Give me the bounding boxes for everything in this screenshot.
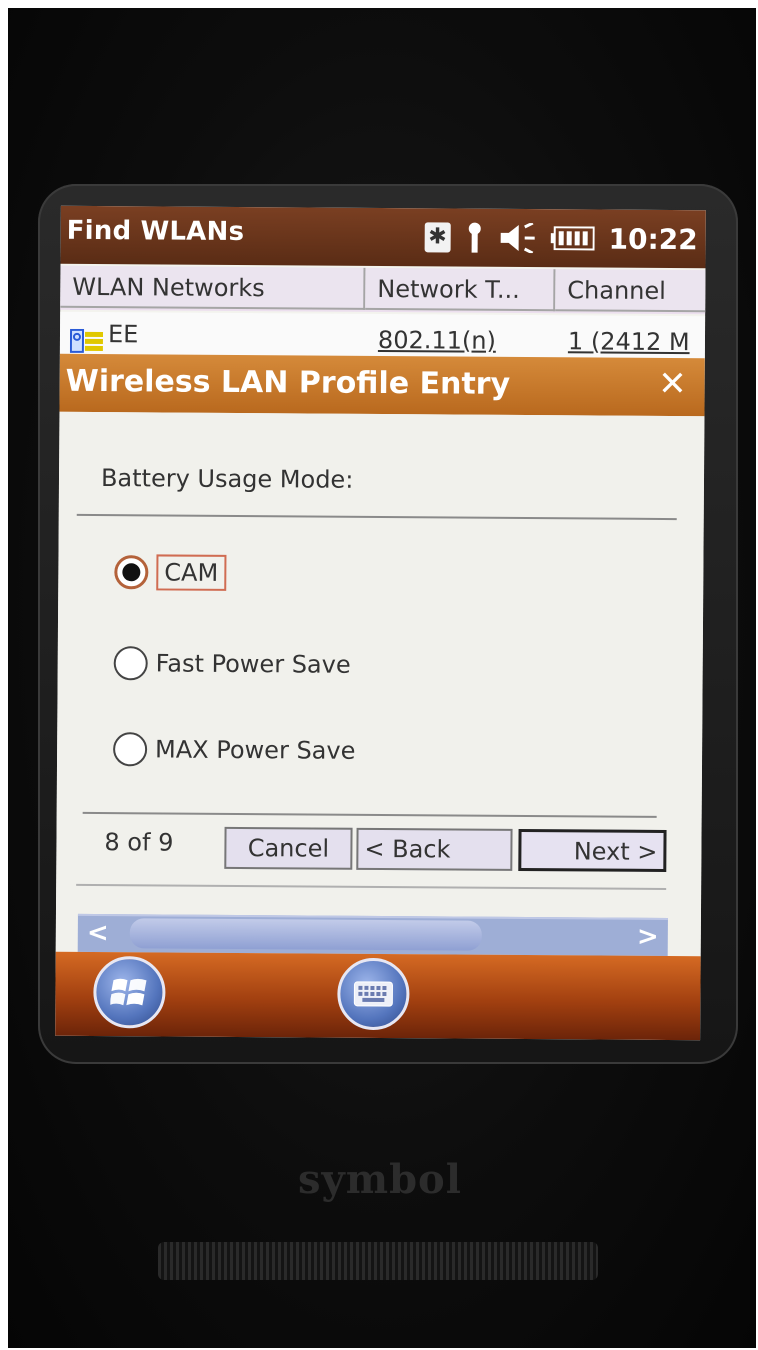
radio-option-cam[interactable]: CAM [114,554,227,591]
clock[interactable]: 10:22 [608,222,697,256]
keyboard-icon[interactable] [337,957,410,1031]
next-button[interactable]: Next > [518,828,667,873]
list-header: WLAN Networks Network T... Channel [60,265,706,315]
radio-label-cam[interactable]: CAM [156,554,227,591]
dialog-title: Wireless LAN Profile Entry [65,363,511,402]
app-title: Find WLANs [66,215,245,248]
radio-option-max-power-save[interactable]: MAX Power Save [112,732,356,768]
title-bar: Find WLANs ✱ 10:22 [60,205,706,269]
status-icons: ✱ 10:22 [424,218,698,258]
cancel-button[interactable]: Cancel [224,826,353,870]
radio-button-cam[interactable] [114,555,149,590]
radio-label-max-power-save[interactable]: MAX Power Save [155,735,355,764]
network-type-cell: 802.11(n) [377,325,496,355]
column-header-channel[interactable]: Channel [555,269,706,313]
windows-start-icon[interactable] [93,956,166,1029]
radio-button-max-power-save[interactable] [112,732,148,767]
radio-button-fast-power-save[interactable] [113,646,148,681]
battery-usage-mode-label: Battery Usage Mode: [100,464,354,494]
divider [76,513,677,521]
scroll-right-icon[interactable]: > [628,920,668,956]
battery-icon[interactable] [550,226,595,251]
column-header-wlan-networks[interactable]: WLAN Networks [60,265,366,310]
dialog-title-bar: Wireless LAN Profile Entry ✕ [59,353,705,417]
wlan-network-icon [69,321,106,353]
speaker-grille [158,1242,598,1280]
scroll-left-icon[interactable]: < [78,916,118,952]
horizontal-scrollbar[interactable]: < > [77,913,668,957]
divider [82,811,657,818]
dialog-body: Battery Usage Mode: CAM Fast Power Save … [55,411,705,957]
bluetooth-icon[interactable]: ✱ [424,222,451,253]
volume-icon[interactable] [498,222,536,254]
column-header-network-type[interactable]: Network T... [365,267,556,312]
divider [76,883,667,891]
radio-option-fast-power-save[interactable]: Fast Power Save [113,646,351,682]
back-button[interactable]: < Back [356,827,513,871]
device-screen: Find WLANs ✱ 10:22 WLAN Networks Network… [55,205,706,1041]
network-name: EE [107,320,139,349]
network-name-cell: EE [60,312,370,358]
channel-cell: 1 (2412 M [567,327,690,357]
antenna-icon[interactable] [464,221,484,255]
taskbar [55,951,701,1041]
radio-label-fast-power-save[interactable]: Fast Power Save [156,649,351,678]
close-icon[interactable]: ✕ [658,364,687,404]
device-brand-logo: symbol [298,1156,462,1203]
photo-background: Find WLANs ✱ 10:22 WLAN Networks Network… [8,8,756,1348]
page-count: 8 of 9 [104,828,174,857]
list-item[interactable]: EE 802.11(n) 1 (2412 M [59,311,706,361]
scrollbar-thumb[interactable] [129,918,482,951]
